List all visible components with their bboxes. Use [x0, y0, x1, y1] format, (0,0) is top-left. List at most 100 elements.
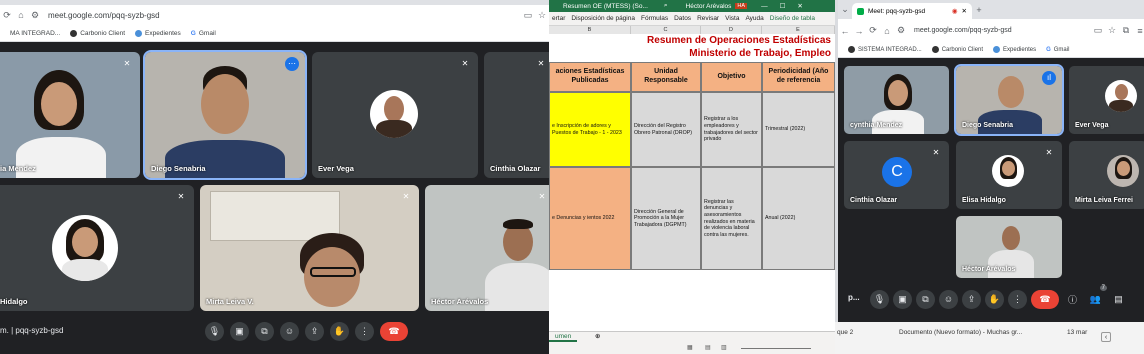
- cast-icon[interactable]: ▭: [521, 10, 535, 21]
- site-settings-icon[interactable]: ⚙: [894, 25, 908, 36]
- table-cell[interactable]: e Denuncias y ientos 2022: [549, 167, 631, 270]
- column-header[interactable]: E: [762, 26, 835, 34]
- header-cell[interactable]: Objetivo: [701, 62, 762, 92]
- end-call-button[interactable]: ☎: [1031, 289, 1059, 309]
- url-text[interactable]: meet.google.com/pqq-syzb-gsd: [914, 27, 1012, 34]
- header-cell[interactable]: aciones Estadísticas Publicadas: [549, 62, 631, 92]
- microphone-icon[interactable]: 🎙: [870, 289, 889, 309]
- participant-tile[interactable]: Ever Vega: [1069, 66, 1144, 134]
- participant-tile[interactable]: ✕ Elisa Hidalgo: [956, 141, 1062, 209]
- more-options-icon[interactable]: ⋯: [285, 57, 299, 71]
- more-options-icon[interactable]: ⋮: [1008, 289, 1027, 309]
- ribbon-tab[interactable]: Datos: [674, 15, 691, 22]
- bookmark-gmail[interactable]: G Gmail: [1046, 47, 1069, 53]
- site-settings-icon[interactable]: ⚙: [28, 10, 42, 21]
- table-cell[interactable]: Dirección General de Promoción a la Muje…: [631, 167, 701, 270]
- ribbon-tab[interactable]: Ayuda: [745, 15, 763, 22]
- table-cell[interactable]: Anual (2022): [762, 167, 835, 270]
- home-icon[interactable]: ⌂: [880, 26, 894, 36]
- participant-tile[interactable]: ✕ Héctor Arévalos: [425, 185, 549, 311]
- ribbon-tab[interactable]: Diseño de tabla: [770, 15, 815, 22]
- participant-tile[interactable]: Héctor Arévalos: [956, 216, 1062, 278]
- forward-icon[interactable]: →: [852, 26, 866, 36]
- ribbon-tab[interactable]: ertar: [552, 15, 565, 22]
- captions-icon[interactable]: ⧉: [916, 289, 935, 309]
- bookmark-gmail[interactable]: G Gmail: [191, 30, 216, 37]
- table-cell[interactable]: Dirección del Registro Obrero Patronal (…: [631, 92, 701, 167]
- ribbon-tab[interactable]: Fórmulas: [641, 15, 668, 22]
- close-icon[interactable]: ✕: [797, 2, 802, 10]
- participant-tile[interactable]: ✕ Mirta Leiva V.: [200, 185, 419, 311]
- star-icon[interactable]: ☆: [535, 10, 549, 21]
- chevron-left-icon[interactable]: ‹: [1101, 332, 1111, 342]
- extensions-icon[interactable]: ⧉: [1119, 25, 1133, 36]
- taskbar-label[interactable]: que 2: [837, 329, 853, 336]
- star-icon[interactable]: ☆: [1105, 25, 1119, 36]
- bookmark-carbonio[interactable]: Carbonio Client: [931, 46, 983, 53]
- user-avatar[interactable]: HA: [735, 3, 748, 9]
- home-icon[interactable]: ⌂: [14, 10, 28, 20]
- ribbon-tab[interactable]: Disposición de página: [571, 15, 635, 22]
- participant-tile[interactable]: ıl Diego Senabria: [954, 64, 1064, 136]
- bookmark-sistema[interactable]: SISTEMA INTEGRAD...: [848, 46, 922, 53]
- empty-grid[interactable]: [549, 270, 835, 331]
- participant-tile[interactable]: ✕ Cinthia Olazar: [484, 52, 549, 178]
- microphone-icon[interactable]: 🎙: [205, 321, 224, 341]
- tab-list-icon[interactable]: ⌄: [838, 4, 852, 15]
- maximize-icon[interactable]: ☐: [780, 2, 786, 10]
- column-header[interactable]: C: [631, 26, 701, 34]
- header-cell[interactable]: Periodicidad (Año de referencia: [762, 62, 835, 92]
- ribbon-tab[interactable]: Vista: [725, 15, 739, 22]
- view-layout-icon[interactable]: ▤: [705, 344, 711, 351]
- bookmark-expedientes[interactable]: Expedientes: [135, 29, 181, 37]
- camera-icon[interactable]: ▣: [893, 289, 912, 309]
- chat-icon[interactable]: ▤: [1109, 290, 1128, 309]
- emoji-icon[interactable]: ☺: [939, 289, 958, 309]
- more-options-icon[interactable]: ⋮: [355, 321, 374, 341]
- participant-tile[interactable]: cynthia Mendez: [844, 66, 949, 134]
- participant-tile[interactable]: C ✕ Cinthia Olazar: [844, 141, 949, 209]
- column-header[interactable]: D: [701, 26, 762, 34]
- table-cell[interactable]: Registrar a los empleadores y trabajador…: [701, 92, 762, 167]
- taskbar-document[interactable]: Documento (Nuevo formato) - Muchas gr...: [899, 329, 1022, 336]
- table-cell[interactable]: Registrar las denuncias y asesoramientos…: [701, 167, 762, 270]
- emoji-icon[interactable]: ☺: [280, 321, 299, 341]
- address-bar[interactable]: ← → ⟳ ⌂ ⚙ meet.google.com/pqq-syzb-gsd ▭…: [838, 19, 1144, 42]
- sheet-tab[interactable]: umen: [549, 333, 578, 342]
- menu-icon[interactable]: ≡: [1133, 26, 1144, 36]
- people-icon[interactable]: 👥 7: [1086, 284, 1107, 309]
- table-cell[interactable]: Trimestral (2022): [762, 92, 835, 167]
- captions-icon[interactable]: ⧉: [255, 321, 274, 341]
- participant-tile[interactable]: ✕ Ever Vega: [312, 52, 478, 178]
- participant-tile[interactable]: ✕ ia Mendez: [0, 52, 140, 178]
- present-icon[interactable]: ⇪: [305, 321, 324, 341]
- browser-tab[interactable]: Meet: pqq-syzb-gsd ◉ ✕: [852, 3, 972, 19]
- close-tab-icon[interactable]: ✕: [962, 7, 967, 15]
- present-icon[interactable]: ⇪: [962, 289, 981, 309]
- url-text[interactable]: meet.google.com/pqq-syzb-gsd: [48, 11, 160, 20]
- participant-tile[interactable]: ✕ Hidalgo: [0, 185, 194, 311]
- bookmark-carbonio[interactable]: Carbonio Client: [70, 29, 125, 37]
- raise-hand-icon[interactable]: ✋: [330, 321, 349, 341]
- cast-icon[interactable]: ▭: [1091, 25, 1105, 36]
- minimize-icon[interactable]: —: [761, 3, 768, 10]
- end-call-button[interactable]: ☎: [380, 321, 408, 341]
- new-tab-icon[interactable]: +: [972, 5, 986, 15]
- participant-tile[interactable]: ⋯ Diego Senabria: [143, 50, 307, 180]
- reload-icon[interactable]: ⟳: [0, 10, 14, 21]
- camera-icon[interactable]: ▣: [230, 321, 249, 341]
- address-bar[interactable]: ⟳ ⌂ ⚙ meet.google.com/pqq-syzb-gsd ▭ ☆: [0, 5, 549, 25]
- table-cell[interactable]: e Inscripción de adores y Puestos de Tra…: [549, 92, 631, 167]
- header-cell[interactable]: Unidad Responsable: [631, 62, 701, 92]
- info-icon[interactable]: ⓘ: [1063, 290, 1082, 309]
- bookmark-sistema[interactable]: MA INTEGRAD...: [10, 30, 60, 37]
- reload-icon[interactable]: ⟳: [866, 25, 880, 36]
- view-pagebreak-icon[interactable]: ▥: [721, 344, 727, 351]
- column-header[interactable]: B: [549, 26, 631, 34]
- add-sheet-icon[interactable]: ⊕: [595, 332, 600, 340]
- zoom-slider[interactable]: [741, 348, 811, 349]
- bookmark-expedientes[interactable]: Expedientes: [993, 46, 1036, 53]
- back-icon[interactable]: ←: [838, 26, 852, 36]
- participant-tile[interactable]: Mirta Leiva Ferrei: [1069, 141, 1144, 209]
- search-icon[interactable]: ⌕: [664, 2, 668, 10]
